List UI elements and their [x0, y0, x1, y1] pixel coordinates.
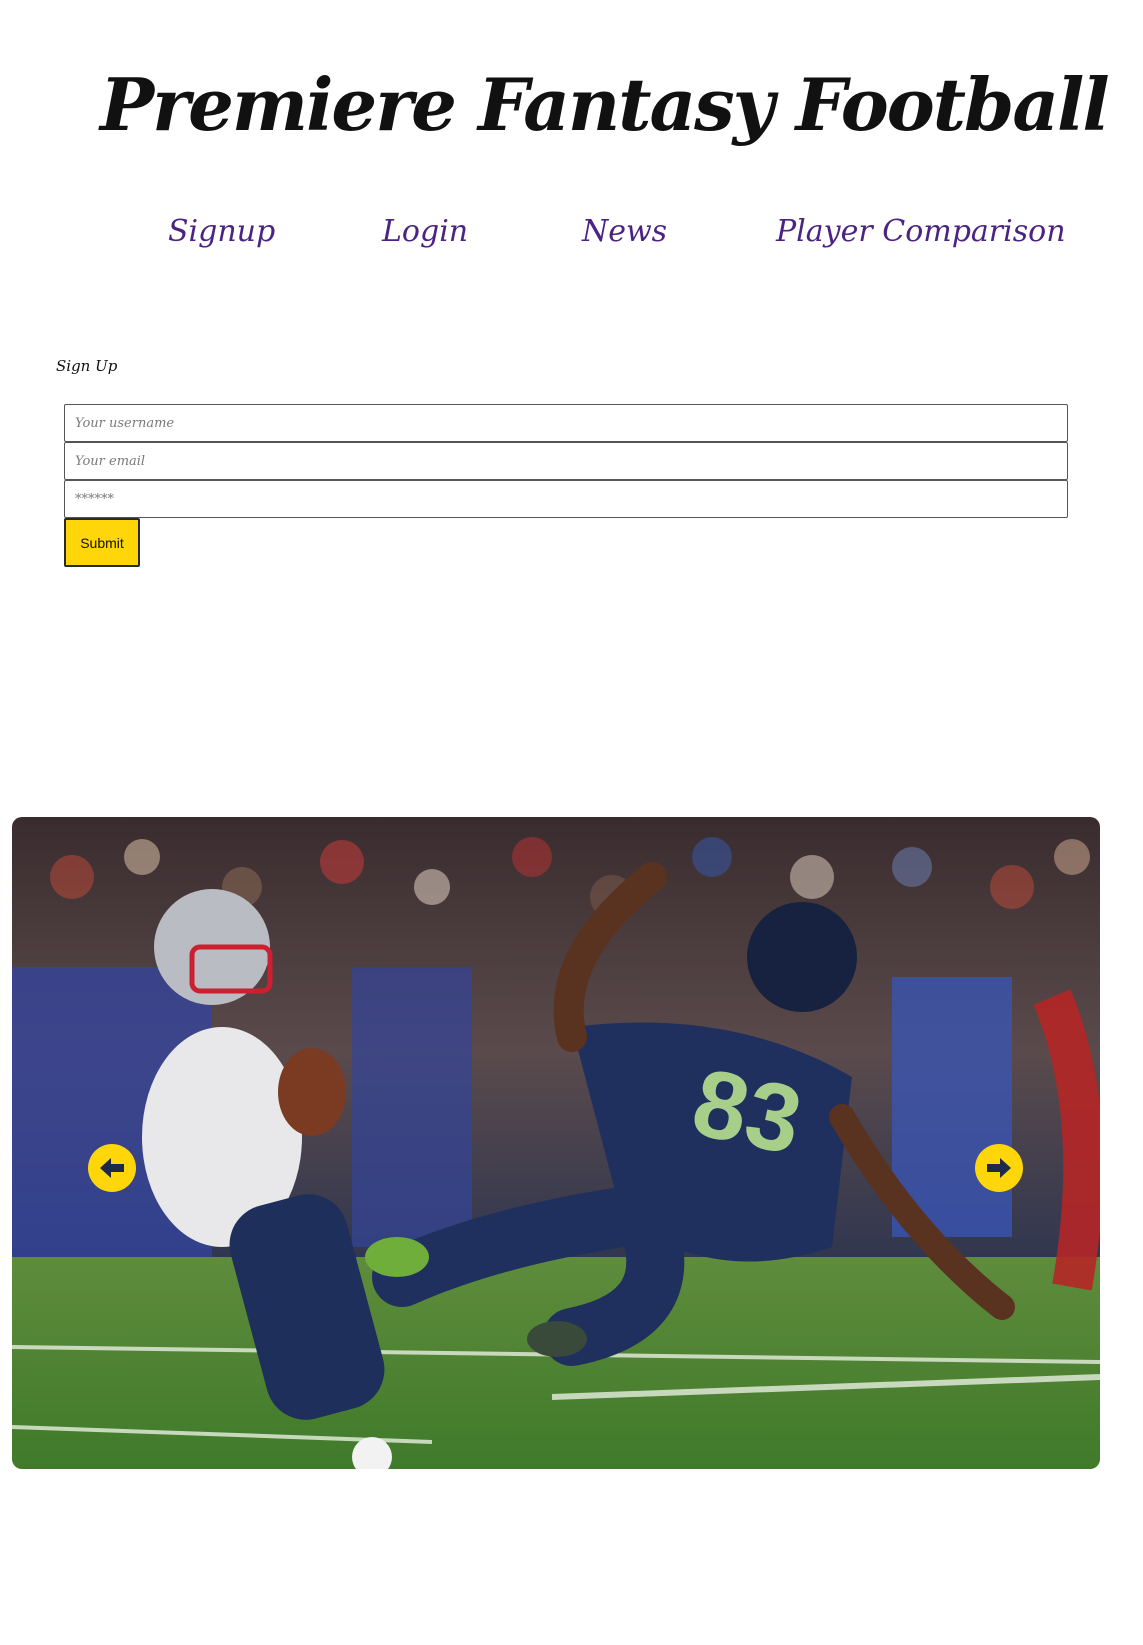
- image-carousel: 83: [12, 817, 1100, 1469]
- signup-heading: Sign Up: [56, 357, 118, 375]
- submit-button[interactable]: Submit: [64, 518, 140, 567]
- username-input[interactable]: [64, 404, 1068, 442]
- email-input[interactable]: [64, 442, 1068, 480]
- arrow-left-icon: [100, 1158, 124, 1178]
- site-title: Premiere Fantasy Football: [100, 62, 1110, 147]
- nav-news-link[interactable]: News: [582, 214, 667, 249]
- password-input[interactable]: [64, 480, 1068, 518]
- nav-player-comparison-link[interactable]: Player Comparison: [776, 214, 1066, 249]
- nav-login-link[interactable]: Login: [382, 214, 468, 249]
- nav-signup-link[interactable]: Signup: [168, 214, 275, 249]
- football-photo: 83: [12, 817, 1100, 1469]
- svg-text:83: 83: [684, 1048, 811, 1175]
- carousel-next-button[interactable]: [975, 1144, 1023, 1192]
- carousel-prev-button[interactable]: [88, 1144, 136, 1192]
- signup-form: Submit: [64, 404, 1068, 567]
- arrow-right-icon: [987, 1158, 1011, 1178]
